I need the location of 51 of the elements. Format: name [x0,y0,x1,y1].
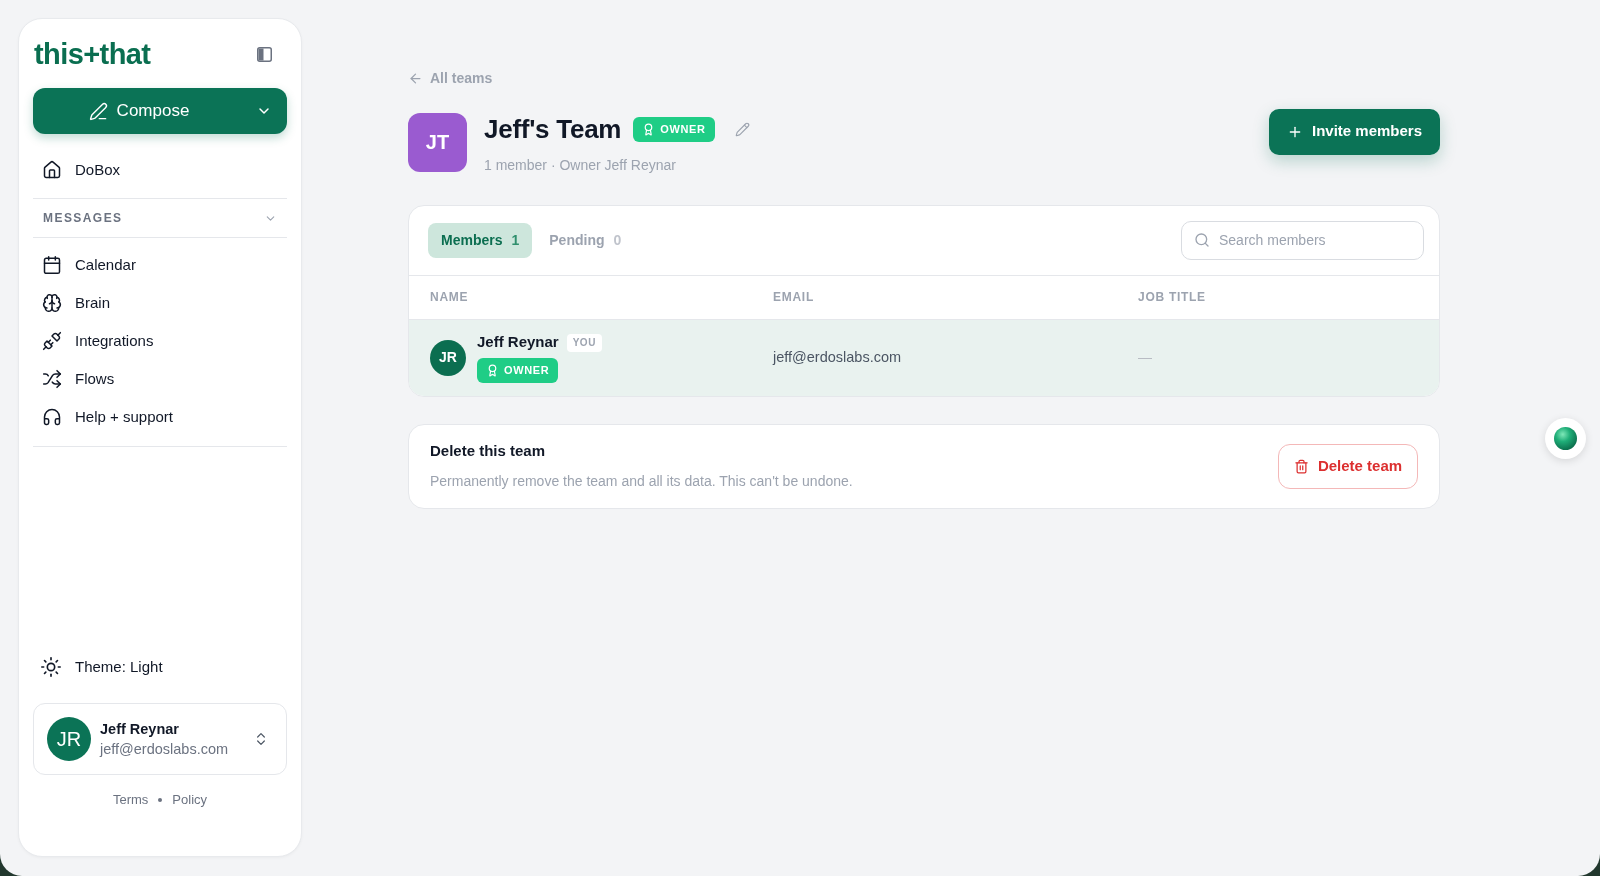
column-header: EMAIL [773,289,814,306]
search-field[interactable]: Search members [1181,220,1424,260]
invite-members-button[interactable]: Invite members [1269,108,1440,155]
member-name: Jeff Reynar [477,332,559,353]
nav-item[interactable]: Integrations [33,322,287,360]
you-tag: YOU [566,333,602,352]
team-name: Jeff's Team [484,113,622,146]
logo: this+that [33,39,151,69]
tab[interactable]: Members 1 [428,222,533,258]
dot-separator-icon [158,798,163,802]
column-header: NAME [430,289,469,306]
delete-team-button[interactable]: Delete team [1278,443,1418,489]
plug-icon [42,331,62,351]
section-label: MESSAGES [43,210,123,227]
account-email: jeff@erdoslabs.com [100,740,230,759]
table-cell-text: — [1138,348,1152,367]
danger-zone-title: Delete this team [430,441,547,462]
floating-assistant-button[interactable] [1545,418,1586,459]
user-avatar: JR [47,717,91,761]
headphones-icon [42,407,62,427]
pencil-icon [88,101,108,121]
account-card[interactable]: JR Jeff Reynar jeff@erdoslabs.com [33,703,287,775]
member-avatar: JR [430,339,466,376]
house-icon [42,160,62,180]
brain-icon [42,293,62,313]
shuffle-icon [42,369,62,389]
role-label: OWNER [660,122,706,138]
team-avatar: JT [408,112,467,172]
theme-toggle[interactable]: Theme: Light [33,648,287,686]
team-subtitle: 1 member · Owner Jeff Reynar [484,155,677,175]
nav-item[interactable]: DoBox [33,151,287,189]
sun-icon [40,656,62,678]
table-cell-text: jeff@erdoslabs.com [773,347,902,367]
calendar-icon [42,255,62,275]
account-name: Jeff Reynar [100,719,180,738]
nav-item[interactable]: Brain [33,284,287,322]
nav-item[interactable]: Flows [33,360,287,398]
danger-zone-description: Permanently remove the team and all its data. This can't be undone. [430,471,853,491]
footer-link[interactable]: Policy [172,790,208,810]
footer-link[interactable]: Terms [112,790,149,810]
sidebar-toggle-icon[interactable] [257,46,272,62]
column-header: JOB TITLE [1138,289,1206,306]
sphere-icon [1554,427,1577,450]
role-label: OWNER [504,363,550,378]
trash-icon [1293,458,1309,474]
award-icon [486,363,499,377]
table-row[interactable]: JR Jeff Reynar YOU OWNER jeff@erdoslabs.com — [409,318,1439,396]
search-icon [1194,231,1210,248]
nav-item[interactable]: Help + support [33,398,287,436]
compose-button[interactable]: Compose [33,88,287,134]
nav-item[interactable]: Calendar [33,246,287,284]
